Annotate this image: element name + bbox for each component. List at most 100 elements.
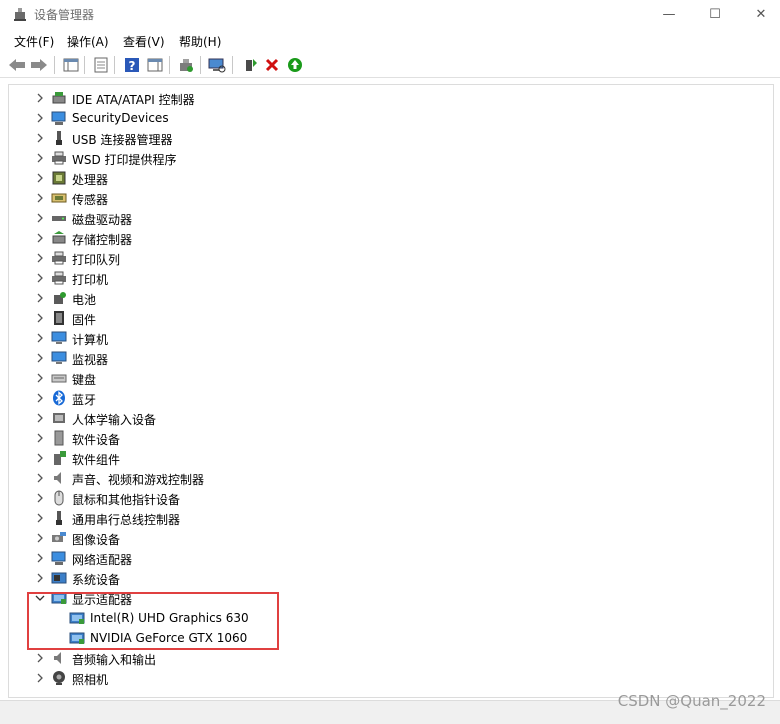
minimize-button[interactable]: — — [646, 0, 692, 28]
chevron-right-icon[interactable] — [35, 373, 45, 383]
menu-action[interactable]: 操作(A) — [67, 33, 109, 50]
chevron-right-icon[interactable] — [35, 433, 45, 443]
battery-icon — [51, 290, 67, 306]
tree-item-label: WSD 打印提供程序 — [72, 153, 177, 167]
enable-device-icon[interactable] — [286, 56, 304, 74]
webcam-icon — [51, 670, 67, 686]
tree-item-label: 打印机 — [72, 273, 109, 287]
bluetooth-icon — [51, 390, 67, 406]
chevron-right-icon[interactable] — [35, 533, 45, 543]
tree-item-label: SecurityDevices — [72, 111, 169, 125]
device-category[interactable]: 声音、视频和游戏控制器 — [9, 468, 749, 488]
chevron-right-icon[interactable] — [35, 553, 45, 563]
device-category[interactable]: 存储控制器 — [9, 228, 749, 248]
chevron-right-icon[interactable] — [35, 413, 45, 423]
device-category[interactable]: 电池 — [9, 288, 749, 308]
toolbar: ? — [0, 53, 780, 78]
chevron-right-icon[interactable] — [35, 393, 45, 403]
device-category[interactable]: 处理器 — [9, 168, 749, 188]
audio-io-icon — [51, 650, 67, 666]
tree-item-label: 系统设备 — [72, 573, 121, 587]
tree-item-label: 处理器 — [72, 173, 109, 187]
chevron-right-icon[interactable] — [35, 493, 45, 503]
chevron-right-icon[interactable] — [35, 233, 45, 243]
tree-item-label: 传感器 — [72, 193, 109, 207]
device-category[interactable]: 鼠标和其他指针设备 — [9, 488, 749, 508]
tree-item-label: 音频输入和输出 — [72, 653, 157, 667]
chevron-right-icon[interactable] — [35, 93, 45, 103]
chevron-right-icon[interactable] — [35, 133, 45, 143]
device-category[interactable]: 打印机 — [9, 268, 749, 288]
show-hide-console-tree-icon[interactable] — [62, 56, 80, 74]
device-category[interactable]: 照相机 — [9, 668, 749, 688]
menu-view[interactable]: 查看(V) — [123, 33, 165, 50]
chevron-right-icon[interactable] — [35, 673, 45, 683]
device-category[interactable]: 软件设备 — [9, 428, 749, 448]
camera-icon — [51, 530, 67, 546]
tree-item-label: 图像设备 — [72, 533, 121, 547]
device-category[interactable]: 打印队列 — [9, 248, 749, 268]
tree-item-label: 存储控制器 — [72, 233, 133, 247]
maximize-button[interactable]: ☐ — [692, 0, 738, 28]
chevron-right-icon[interactable] — [35, 273, 45, 283]
chevron-right-icon[interactable] — [35, 513, 45, 523]
menu-help[interactable]: 帮助(H) — [179, 33, 221, 50]
device-category[interactable]: WSD 打印提供程序 — [9, 148, 749, 168]
add-driver-icon[interactable] — [241, 56, 259, 74]
device-category[interactable]: 计算机 — [9, 328, 749, 348]
title-bar[interactable]: 设备管理器 — ☐ ✕ — [0, 0, 780, 28]
toolbar-separator — [232, 56, 233, 74]
device-category[interactable]: 软件组件 — [9, 448, 749, 468]
device-category[interactable]: 蓝牙 — [9, 388, 749, 408]
close-button[interactable]: ✕ — [738, 0, 780, 28]
firmware-icon — [51, 310, 67, 326]
device-category[interactable]: SecurityDevices — [9, 108, 749, 128]
toolbar-separator — [54, 56, 55, 74]
device-category[interactable]: 固件 — [9, 308, 749, 328]
device-category[interactable]: 监视器 — [9, 348, 749, 368]
device-category[interactable]: 磁盘驱动器 — [9, 208, 749, 228]
device-category[interactable]: 图像设备 — [9, 528, 749, 548]
device-category[interactable]: USB 连接器管理器 — [9, 128, 749, 148]
tree-item-label: 人体学输入设备 — [72, 413, 157, 427]
toolbar-separator — [84, 56, 85, 74]
tree-item-label: 监视器 — [72, 353, 109, 367]
chevron-right-icon[interactable] — [35, 153, 45, 163]
tree-item-label: 打印队列 — [72, 253, 121, 267]
tree-item-label: 网络适配器 — [72, 553, 133, 567]
chevron-right-icon[interactable] — [35, 113, 45, 123]
forward-arrow-icon[interactable] — [30, 56, 48, 74]
update-driver-icon[interactable] — [177, 56, 195, 74]
chevron-right-icon[interactable] — [35, 333, 45, 343]
device-category[interactable]: 网络适配器 — [9, 548, 749, 568]
uninstall-device-icon[interactable] — [263, 56, 281, 74]
device-category[interactable]: 键盘 — [9, 368, 749, 388]
watermark-text: CSDN @Quan_2022 — [617, 692, 766, 710]
chevron-right-icon[interactable] — [35, 213, 45, 223]
device-category[interactable]: IDE ATA/ATAPI 控制器 — [9, 88, 749, 108]
vertical-scrollbar[interactable] — [765, 85, 773, 697]
chevron-right-icon[interactable] — [35, 573, 45, 583]
menu-file[interactable]: 文件(F) — [14, 33, 54, 50]
chevron-right-icon[interactable] — [35, 353, 45, 363]
chevron-right-icon[interactable] — [35, 313, 45, 323]
chevron-right-icon[interactable] — [35, 453, 45, 463]
chevron-right-icon[interactable] — [35, 193, 45, 203]
help-icon[interactable]: ? — [123, 56, 141, 74]
back-arrow-icon[interactable] — [8, 56, 26, 74]
device-category[interactable]: 通用串行总线控制器 — [9, 508, 749, 528]
device-category[interactable]: 传感器 — [9, 188, 749, 208]
chevron-right-icon[interactable] — [35, 253, 45, 263]
chevron-right-icon[interactable] — [35, 293, 45, 303]
device-category[interactable]: 人体学输入设备 — [9, 408, 749, 428]
chevron-right-icon[interactable] — [35, 473, 45, 483]
chevron-right-icon[interactable] — [35, 173, 45, 183]
chevron-right-icon[interactable] — [35, 653, 45, 663]
monitor-icon — [51, 350, 67, 366]
properties-icon[interactable] — [92, 56, 110, 74]
scan-hardware-icon[interactable] — [208, 56, 226, 74]
tree-item-label: 电池 — [72, 293, 97, 307]
device-category[interactable]: 系统设备 — [9, 568, 749, 588]
action-pane-icon[interactable] — [146, 56, 164, 74]
device-category[interactable]: 音频输入和输出 — [9, 648, 749, 668]
